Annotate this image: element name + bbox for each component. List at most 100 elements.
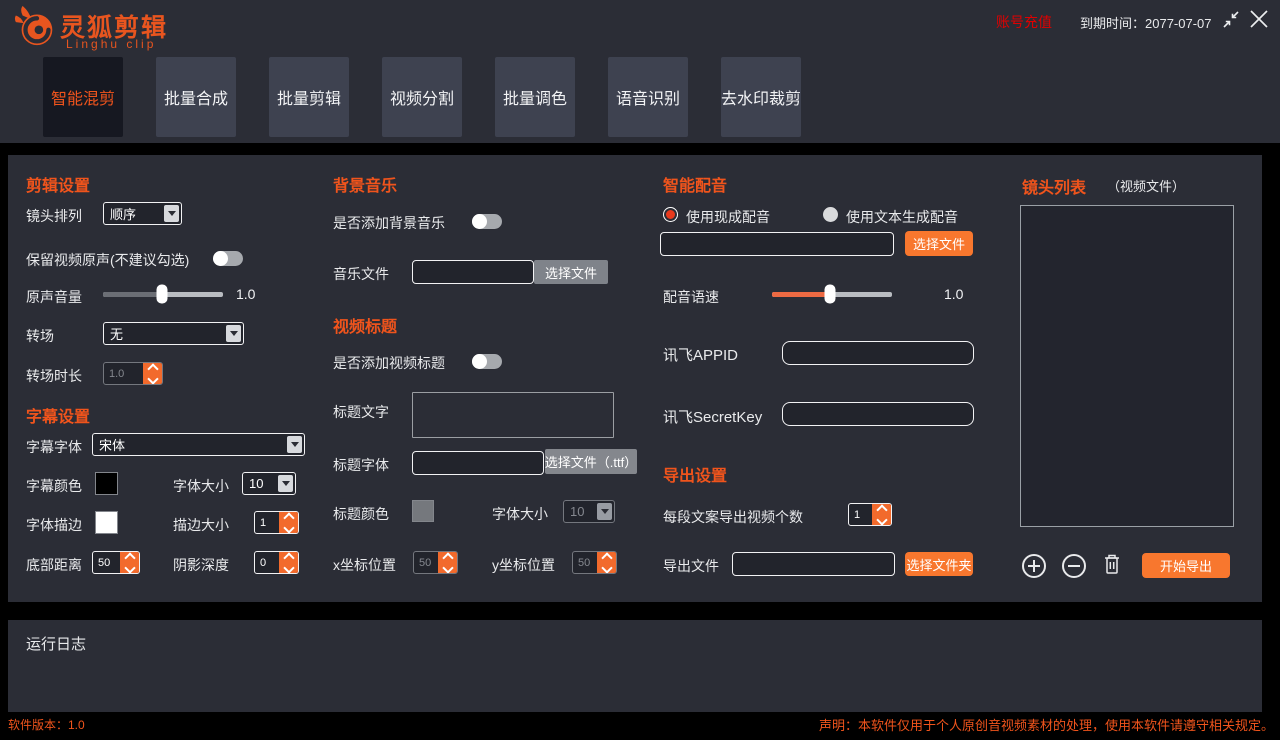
shot-list-title: 镜头列表 (1022, 174, 1086, 198)
slider-handle[interactable] (156, 285, 167, 304)
music-file-browse-button[interactable]: 选择文件 (534, 260, 608, 284)
speed-value: 1.0 (944, 286, 963, 302)
subtitle-font-select[interactable]: 宋体 (92, 433, 305, 456)
spinner-down-icon[interactable] (601, 562, 612, 573)
stroke-color-swatch[interactable] (95, 511, 118, 534)
remove-shot-button[interactable] (1062, 554, 1086, 578)
keep-audio-toggle[interactable] (213, 251, 243, 266)
title-font-input[interactable] (412, 451, 544, 475)
spinner-buttons[interactable] (279, 552, 298, 573)
dubbing-file-input[interactable] (660, 232, 894, 256)
x-position-spinner[interactable]: 50 (413, 551, 458, 574)
title-size-label: 字体大小 (492, 504, 548, 524)
vtitle-add-label: 是否添加视频标题 (333, 353, 445, 373)
tab-batch-edit[interactable]: 批量剪辑 (269, 57, 349, 137)
speed-label: 配音语速 (663, 287, 719, 307)
subtitle-color-swatch[interactable] (95, 472, 118, 495)
music-file-input[interactable] (412, 260, 534, 284)
log-title: 运行日志 (26, 633, 86, 654)
dropdown-arrow-icon (226, 325, 241, 342)
dropdown-arrow-icon (164, 205, 179, 222)
title-font-label: 标题字体 (333, 455, 389, 475)
close-icon[interactable] (1248, 8, 1270, 30)
slider-fill (103, 292, 162, 297)
export-file-input[interactable] (732, 552, 895, 576)
spinner-down-icon[interactable] (876, 514, 887, 525)
tab-batch-color[interactable]: 批量调色 (495, 57, 575, 137)
dropdown-arrow-icon (287, 436, 302, 453)
shot-order-label: 镜头排列 (26, 206, 82, 226)
radio-tts-dubbing[interactable] (823, 207, 838, 222)
account-recharge-link[interactable]: 账号充值 (996, 12, 1052, 32)
radio-tts-label: 使用文本生成配音 (846, 207, 958, 227)
tab-speech-recognition[interactable]: 语音识别 (608, 57, 688, 137)
stroke-color-label: 字体描边 (26, 515, 82, 535)
bgm-add-toggle[interactable] (472, 214, 502, 229)
title-size-select[interactable]: 10 (563, 500, 615, 523)
disclaimer-text: 声明：本软件仅用于个人原创音视频素材的处理，使用本软件请遵守相关规定。 (819, 715, 1274, 734)
subtitle-settings-title: 字幕设置 (26, 403, 90, 427)
dropdown-arrow-icon (278, 475, 293, 492)
spinner-buttons[interactable] (597, 552, 616, 573)
stroke-size-spinner[interactable]: 1 (254, 511, 299, 534)
spinner-buttons[interactable] (279, 512, 298, 533)
shot-list-box[interactable] (1020, 205, 1234, 527)
vtitle-add-toggle[interactable] (472, 354, 502, 369)
spinner-buttons[interactable] (438, 552, 457, 573)
dubbing-title: 智能配音 (663, 172, 727, 196)
bottom-distance-label: 底部距离 (26, 555, 82, 575)
shot-order-select[interactable]: 顺序 (103, 202, 182, 225)
dubbing-file-browse-button[interactable]: 选择文件 (905, 231, 973, 256)
volume-label: 原声音量 (26, 287, 82, 307)
bottom-distance-spinner[interactable]: 50 (92, 551, 140, 574)
title-font-browse-button[interactable]: 选择文件（.ttf） (545, 449, 637, 474)
tab-bar: 智能混剪 批量合成 批量剪辑 视频分割 批量调色 语音识别 去水印裁剪 (43, 57, 801, 137)
keep-audio-label: 保留视频原声(不建议勾选) (26, 250, 189, 270)
trash-icon[interactable] (1102, 552, 1122, 576)
spinner-down-icon[interactable] (283, 562, 294, 573)
version-text: 软件版本：1.0 (8, 716, 85, 733)
spinner-buttons[interactable] (143, 363, 162, 384)
transition-duration-label: 转场时长 (26, 366, 82, 386)
y-position-label: y坐标位置 (492, 555, 555, 575)
radio-existing-dubbing[interactable] (663, 207, 678, 222)
bgm-title: 背景音乐 (333, 172, 397, 196)
spinner-down-icon[interactable] (442, 562, 453, 573)
speed-slider[interactable] (772, 284, 892, 304)
export-folder-browse-button[interactable]: 选择文件夹 (905, 552, 973, 576)
logo-fox-icon (13, 3, 59, 49)
tab-watermark-crop[interactable]: 去水印裁剪 (721, 57, 801, 137)
tab-smart-mix[interactable]: 智能混剪 (43, 57, 123, 137)
transition-duration-spinner[interactable]: 1.0 (103, 362, 163, 385)
export-count-spinner[interactable]: 1 (848, 503, 892, 526)
video-title-section-title: 视频标题 (333, 313, 397, 337)
tab-video-split[interactable]: 视频分割 (382, 57, 462, 137)
title-text-area[interactable] (412, 392, 614, 438)
spinner-buttons[interactable] (872, 504, 891, 525)
secretkey-input[interactable] (782, 402, 974, 426)
secretkey-label: 讯飞SecretKey (663, 406, 762, 427)
subtitle-size-select[interactable]: 10 (242, 472, 296, 495)
spinner-buttons[interactable] (120, 552, 139, 573)
shadow-depth-spinner[interactable]: 0 (254, 551, 299, 574)
appid-input[interactable] (782, 341, 974, 365)
spinner-down-icon[interactable] (147, 373, 158, 384)
expiry-date-text: 到期时间：2077-07-07 (1080, 13, 1212, 32)
y-position-spinner[interactable]: 50 (572, 551, 617, 574)
log-panel: 运行日志 (8, 620, 1262, 712)
transition-select[interactable]: 无 (103, 322, 244, 345)
spinner-down-icon[interactable] (124, 562, 135, 573)
minus-icon (1068, 565, 1080, 567)
title-color-swatch[interactable] (412, 500, 434, 522)
title-color-label: 标题颜色 (333, 504, 389, 524)
toggle-knob (472, 354, 487, 369)
volume-slider[interactable] (103, 284, 223, 304)
add-shot-button[interactable] (1022, 554, 1046, 578)
tab-batch-compose[interactable]: 批量合成 (156, 57, 236, 137)
slider-handle[interactable] (824, 285, 835, 304)
spinner-down-icon[interactable] (283, 522, 294, 533)
start-export-button[interactable]: 开始导出 (1142, 553, 1230, 578)
title-text-label: 标题文字 (333, 402, 389, 422)
export-count-label: 每段文案导出视频个数 (663, 507, 803, 527)
collapse-window-icon[interactable] (1221, 10, 1241, 29)
